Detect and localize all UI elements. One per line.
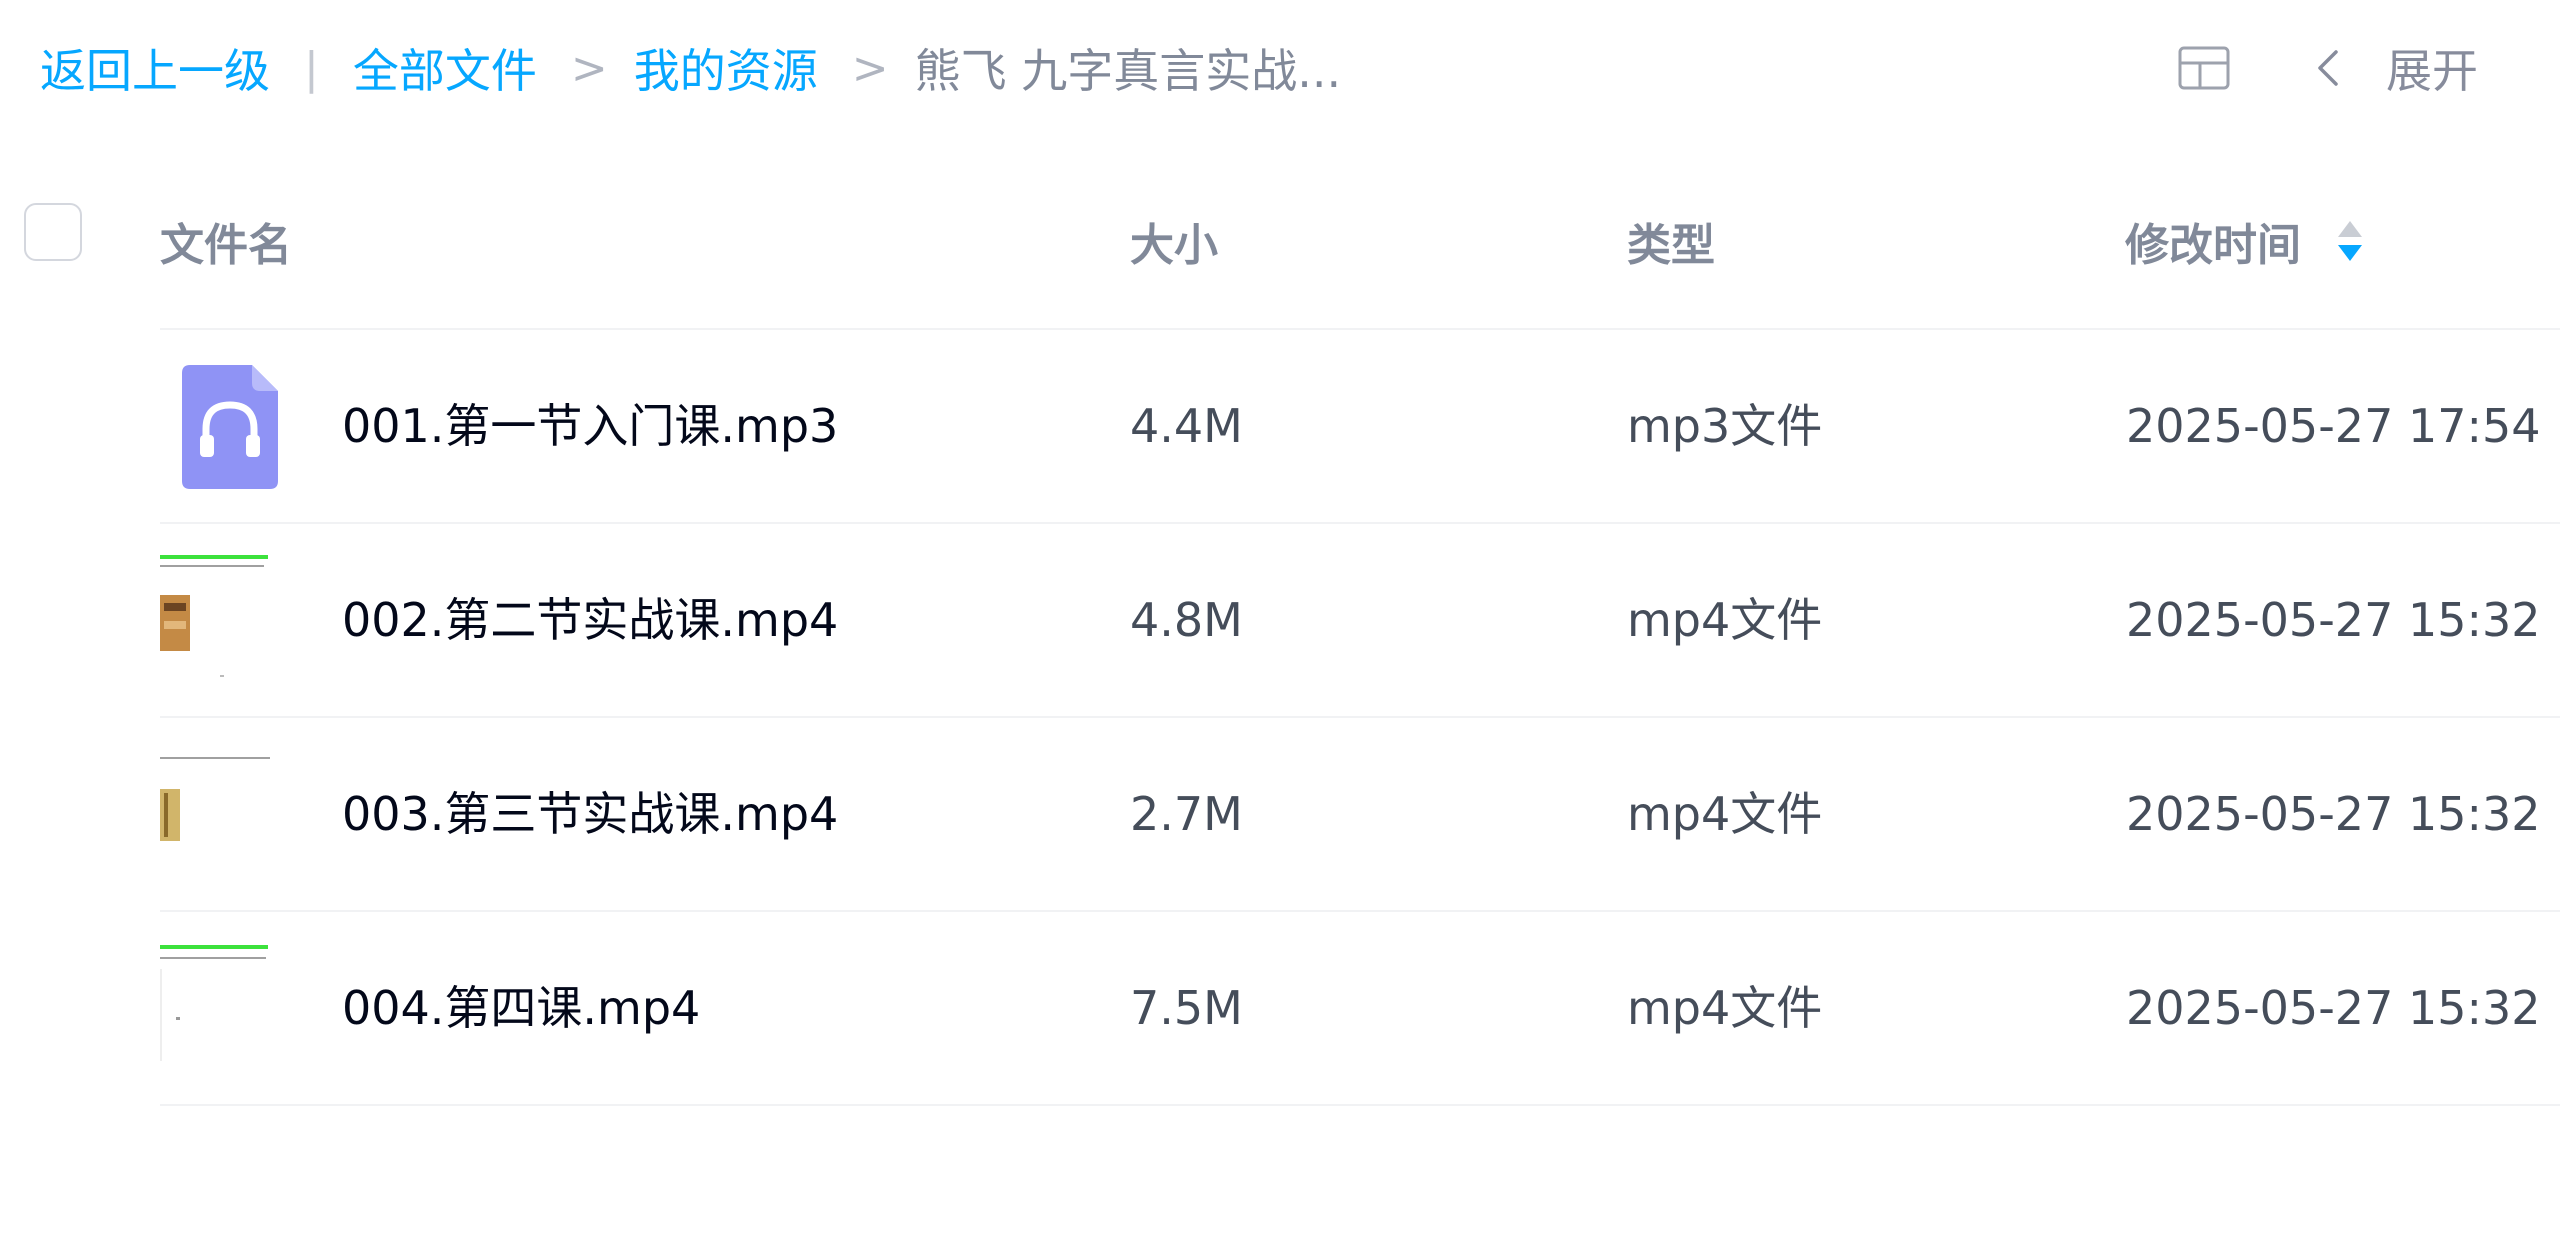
top-bar: 返回上一级 | 全部文件 > 我的资源 > 熊飞 九字真言实战... 展开 [0,0,2560,140]
sort-icon[interactable] [2335,216,2365,266]
file-name[interactable]: 002.第二节实战课.mp4 [342,524,838,716]
column-header-name[interactable]: 文件名 [160,209,292,273]
file-size: 7.5M [1130,981,1243,1035]
file-name[interactable]: 003.第三节实战课.mp4 [342,718,838,910]
file-modified: 2025-05-27 15:32 [2126,981,2541,1035]
file-list: 001.第一节入门课.mp3 4.4M mp3文件 2025-05-27 17:… [160,328,2560,1106]
table-row[interactable]: 001.第一节入门课.mp3 4.4M mp3文件 2025-05-27 17:… [160,328,2560,522]
file-size: 4.4M [1130,399,1243,453]
video-thumbnail [160,555,268,677]
video-thumbnail [160,945,268,1061]
back-up-link[interactable]: 返回上一级 [40,35,270,101]
breadcrumb-separator: > [851,42,889,94]
video-thumbnail [160,757,270,841]
column-header-modified[interactable]: 修改时间 [2125,209,2365,273]
breadcrumb-all-files[interactable]: 全部文件 [353,35,537,101]
breadcrumb-current-folder: 熊飞 九字真言实战... [914,44,1342,98]
table-header: 文件名 大小 类型 修改时间 [0,195,2560,330]
file-modified: 2025-05-27 15:32 [2126,787,2541,841]
file-type: mp4文件 [1627,593,1823,647]
column-header-modified-label: 修改时间 [2125,220,2301,271]
select-all-checkbox[interactable] [24,203,82,261]
file-modified: 2025-05-27 15:32 [2126,593,2541,647]
file-size: 2.7M [1130,787,1243,841]
file-type: mp4文件 [1627,787,1823,841]
table-bottom-divider [160,1104,2560,1106]
view-controls: 展开 [2178,38,2478,98]
table-row[interactable]: 002.第二节实战课.mp4 4.8M mp4文件 2025-05-27 15:… [160,522,2560,716]
breadcrumb-separator: > [570,42,608,94]
breadcrumb-divider: | [304,42,319,94]
column-header-type[interactable]: 类型 [1627,209,1715,273]
breadcrumb: 返回上一级 | 全部文件 > 我的资源 > 熊飞 九字真言实战... [40,35,1342,101]
chevron-left-icon[interactable] [2314,46,2342,90]
file-name[interactable]: 001.第一节入门课.mp3 [342,330,838,522]
column-header-size[interactable]: 大小 [1130,209,1218,273]
grid-view-icon[interactable] [2178,46,2230,90]
audio-file-icon [182,365,278,489]
table-row[interactable]: 003.第三节实战课.mp4 2.7M mp4文件 2025-05-27 15:… [160,716,2560,910]
file-modified: 2025-05-27 17:54 [2126,399,2541,453]
breadcrumb-my-resources[interactable]: 我的资源 [634,35,818,101]
table-row[interactable]: 004.第四课.mp4 7.5M mp4文件 2025-05-27 15:32 [160,910,2560,1104]
file-type: mp4文件 [1627,981,1823,1035]
file-type: mp3文件 [1627,399,1823,453]
file-size: 4.8M [1130,593,1243,647]
file-name[interactable]: 004.第四课.mp4 [342,912,700,1104]
expand-button[interactable]: 展开 [2386,35,2478,101]
